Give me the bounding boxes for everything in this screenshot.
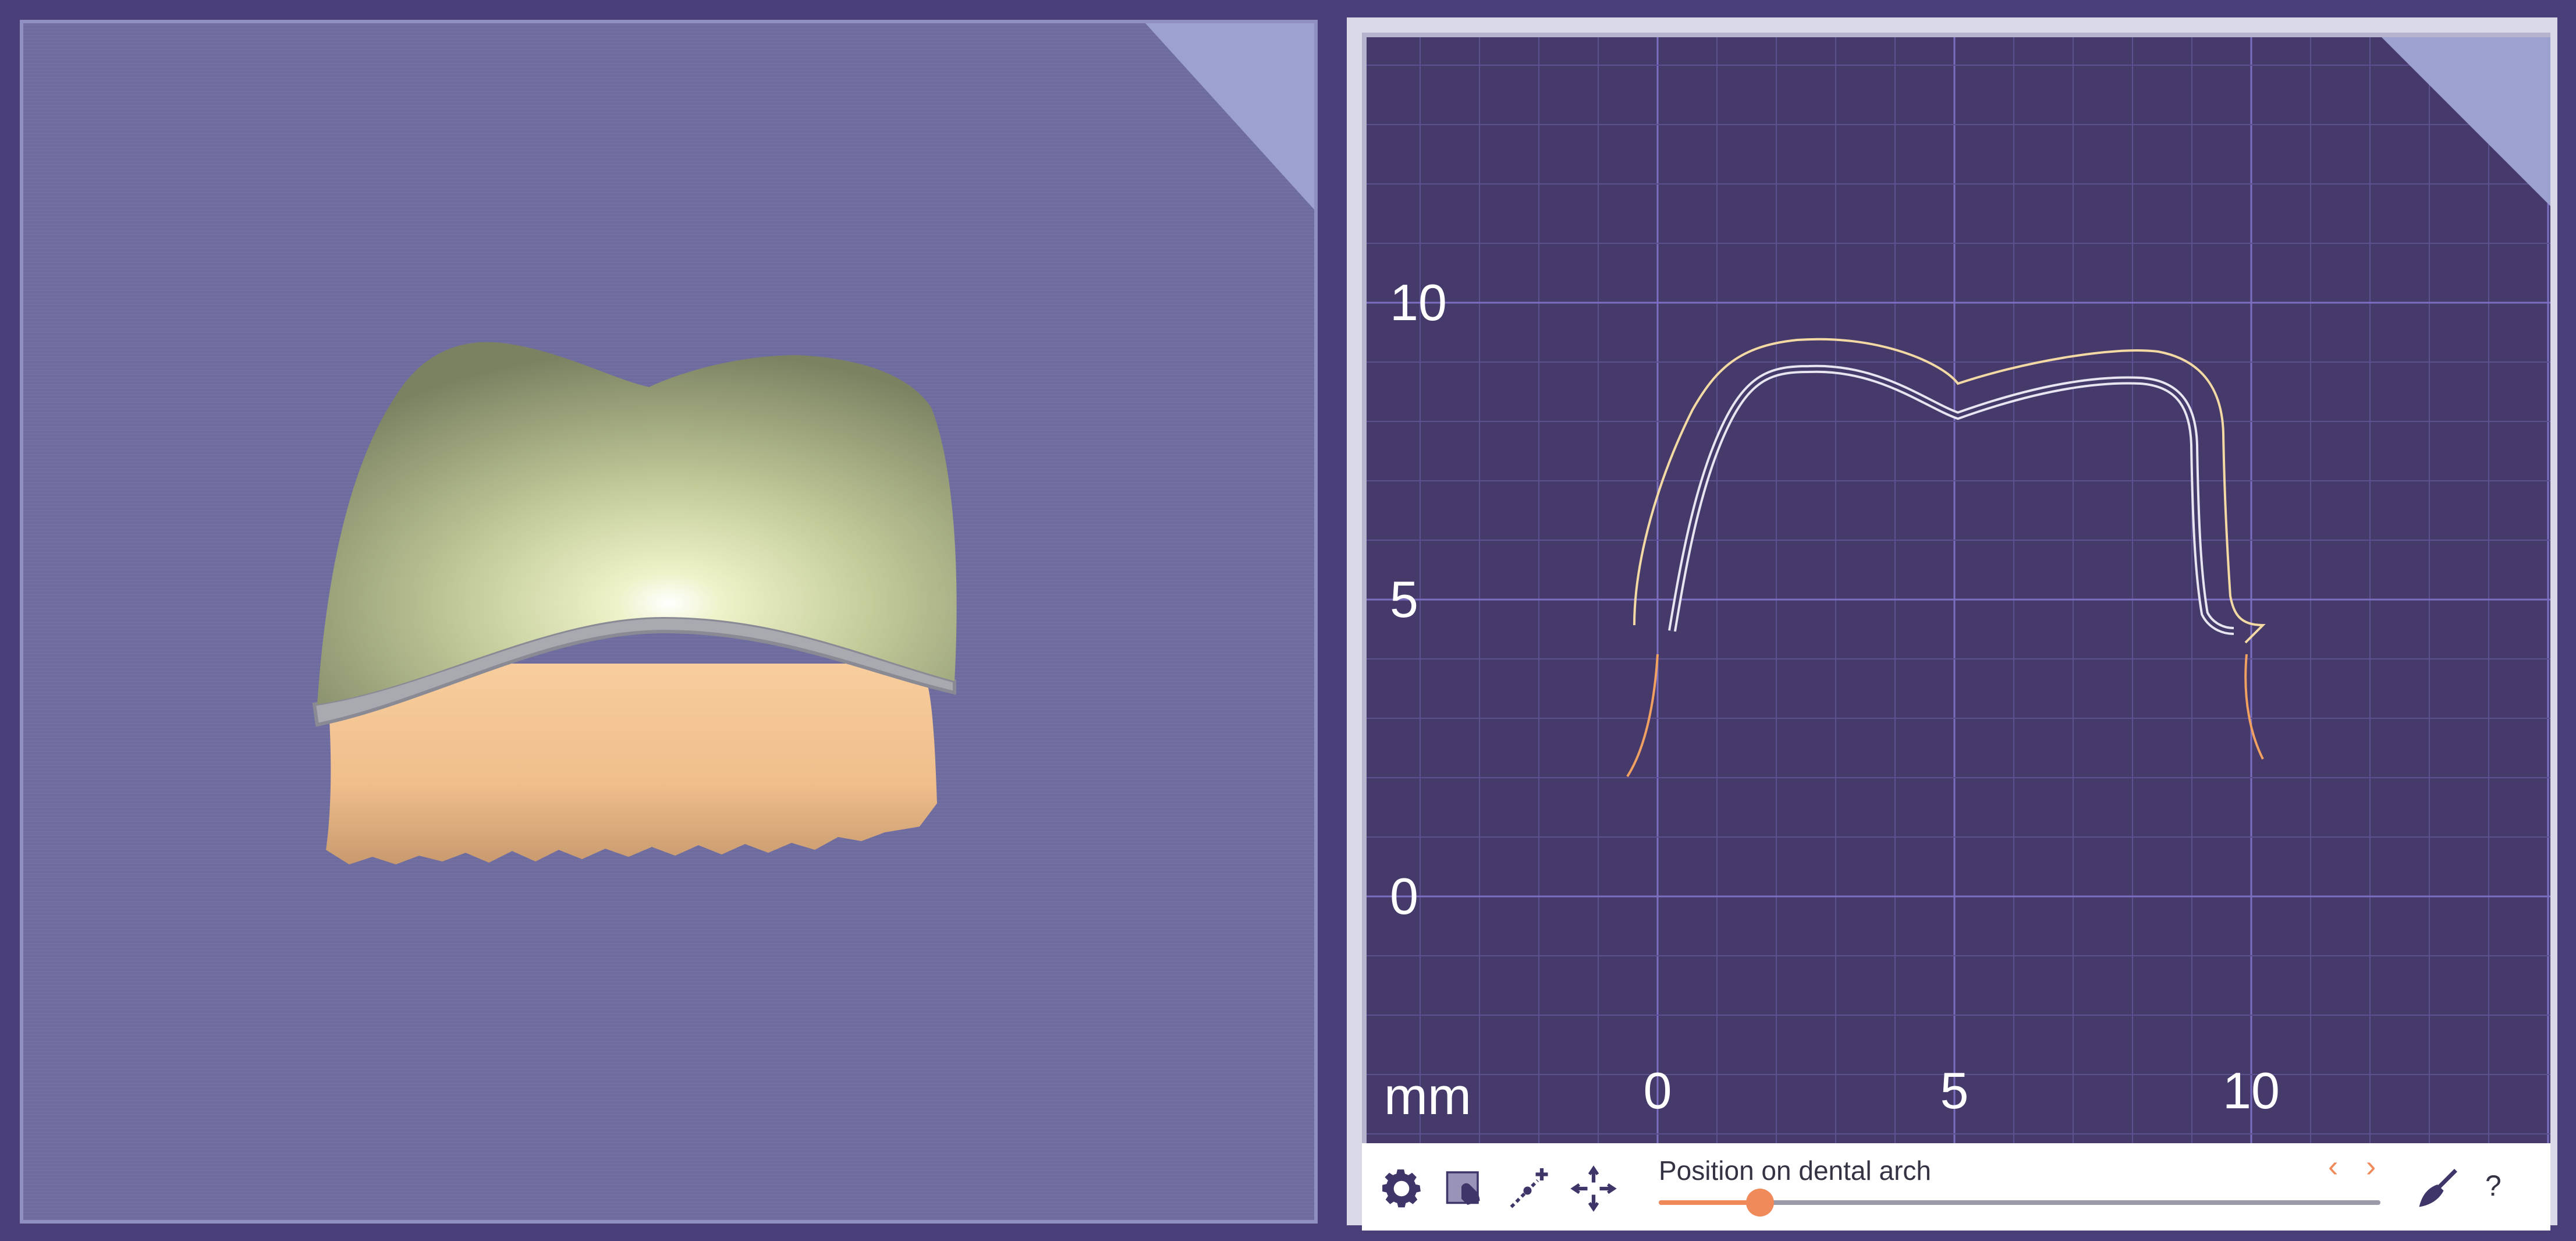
y-tick-label: 0 (1390, 867, 1418, 925)
slider-fill (1659, 1200, 1760, 1205)
x-tick-label: 5 (1940, 1062, 1969, 1119)
dental-arch-slider[interactable] (1659, 1189, 2380, 1217)
slider-label: Position on dental arch (1659, 1155, 1931, 1186)
gear-icon (1382, 1169, 1421, 1208)
cross-section-view[interactable]: 0 5 10 10 5 0 mm (1362, 33, 2550, 1143)
crosshair-icon (1570, 1165, 1617, 1212)
broom-icon (2419, 1169, 2457, 1207)
add-point-icon (1510, 1168, 1548, 1208)
y-tick-label: 10 (1390, 274, 1447, 331)
settings-button[interactable] (1374, 1161, 1429, 1217)
center-button[interactable] (1566, 1161, 1621, 1217)
crown-shape (317, 342, 957, 704)
section-plot[interactable]: 0 5 10 10 5 0 mm (1367, 37, 2550, 1143)
inner-contour-line (1668, 364, 2234, 635)
view-toggle-button[interactable] (1438, 1161, 1493, 1217)
add-point-button[interactable] (1502, 1161, 1557, 1217)
axis-labels: 0 5 10 10 5 0 mm (1384, 274, 2280, 1126)
y-tick-label: 5 (1390, 570, 1418, 628)
margin-line-left (1626, 654, 1659, 778)
viewport-3d[interactable] (20, 20, 1318, 1224)
help-button[interactable]: ? (2485, 1169, 2502, 1203)
x-tick-label: 10 (2223, 1062, 2280, 1119)
axis-unit-label: mm (1384, 1068, 1471, 1126)
grid-lines (1367, 37, 2550, 1143)
inner-contour-gap (1670, 367, 2234, 633)
section-panel: 0 5 10 10 5 0 mm Position on dental arch… (1347, 17, 2557, 1231)
tooth-model[interactable] (23, 23, 1314, 1220)
clean-button[interactable] (2410, 1161, 2465, 1217)
margin-line-right (2244, 654, 2264, 760)
next-position-button[interactable]: › (2366, 1151, 2376, 1182)
previous-position-button[interactable]: ‹ (2328, 1151, 2338, 1182)
hand-view-icon (1446, 1171, 1480, 1205)
slider-thumb[interactable] (1745, 1189, 1774, 1217)
section-toolbar: Position on dental arch ‹ › ? (1362, 1143, 2550, 1231)
x-tick-label: 0 (1644, 1062, 1672, 1119)
